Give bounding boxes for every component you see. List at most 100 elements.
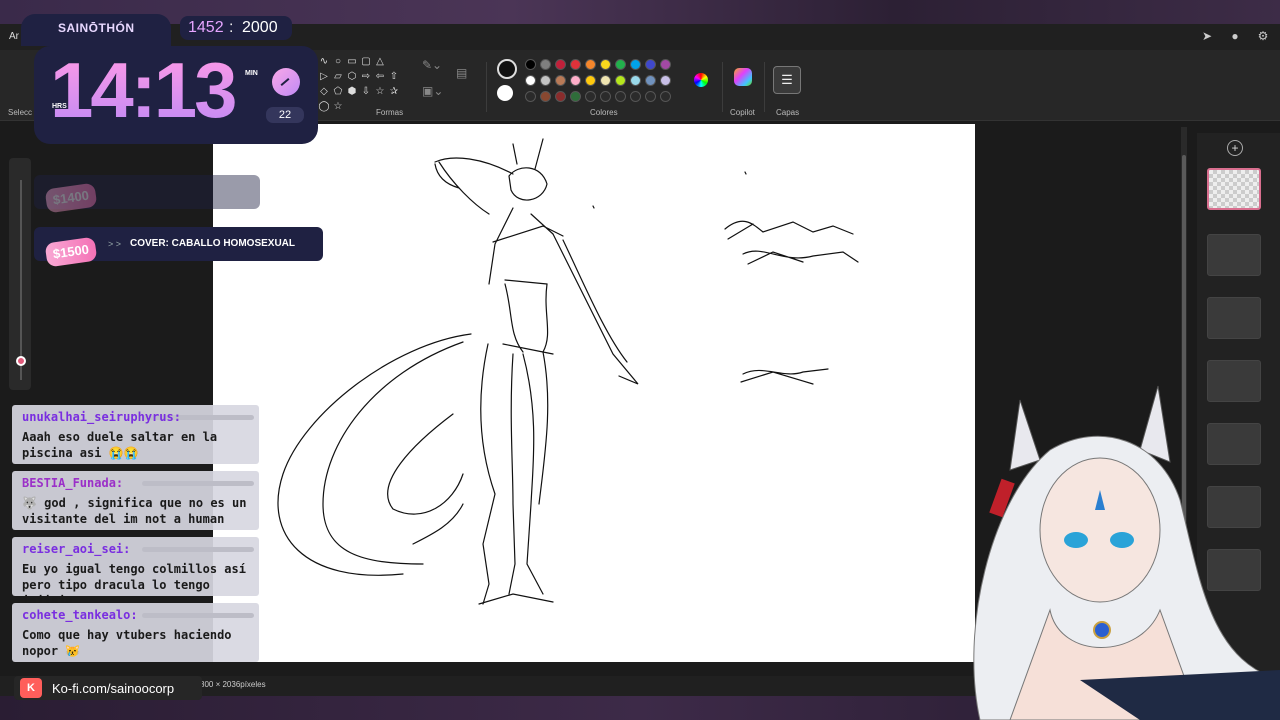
shape-option-icon[interactable]: ▱ [332,71,344,83]
shape-option-icon[interactable]: ◇ [318,86,330,98]
clock-time: 14:13 [50,46,237,134]
layer-thumbnail-active[interactable] [1207,168,1261,210]
color-swatch[interactable] [600,75,611,86]
color-swatch[interactable] [540,75,551,86]
shape-option-icon[interactable]: ⇩ [360,86,372,98]
shape-option-icon[interactable]: ⬢ [346,86,358,98]
vtuber-avatar [973,385,1280,720]
app-name: Ar [9,31,19,42]
color-swatch[interactable] [570,59,581,70]
shape-option-icon[interactable]: ⬡ [346,71,358,83]
shape-option-icon[interactable]: ✰ [388,86,400,98]
shape-option-icon[interactable]: ⇦ [374,71,386,83]
shape-option-icon[interactable]: △ [374,56,386,68]
seconds-badge: 22 [266,107,304,123]
chat-message: reiser_aoi_sei: Eu yo igual tengo colmil… [12,537,259,608]
ribbon-separator [764,62,765,112]
color-palette-row-2 [525,75,671,86]
color-swatch[interactable] [540,91,551,102]
shape-option-icon[interactable]: ☆ [332,101,344,113]
edit-colors-icon[interactable] [694,73,708,87]
add-layer-icon[interactable]: + [1227,140,1243,156]
share-icon[interactable]: ➤ [1200,29,1214,43]
chat-username: cohete_tankealo: [22,608,138,622]
donation-arrows: > > [108,239,122,249]
shape-option-icon[interactable] [388,56,400,68]
color-swatch[interactable] [555,59,566,70]
account-icon[interactable]: ● [1228,29,1242,43]
title-icons: ➤ ● ⚙ [1200,29,1270,43]
color-swatch[interactable] [645,75,656,86]
color-palette-row-3 [525,91,671,102]
color-swatch[interactable] [570,75,581,86]
chat-text: Como que hay vtubers haciendo nopor 😿 [22,628,232,658]
ribbon-label-select: Selecc [8,108,33,117]
primary-color-swatch[interactable] [497,59,517,79]
outline-dropdown-icon[interactable]: ✎⌄ [422,58,442,72]
shapes-gallery: ∿ ○ ▭ ▢ △ ▷ ▱ ⬡ ⇨ ⇦ ⇧ ◇ ⬠ ⬢ ⇩ ☆ ✰ ◯ ☆ [318,56,408,113]
brush-size-slider[interactable] [20,180,22,380]
color-swatch[interactable] [525,75,536,86]
color-swatch[interactable] [645,59,656,70]
color-swatch[interactable] [585,91,596,102]
kofi-cup-icon: K [20,678,42,698]
shape-option-icon[interactable]: ▷ [318,71,330,83]
chat-username: BESTIA_Funada: [22,476,124,490]
chat-username: unukalhai_seiruphyrus: [22,410,181,424]
shape-option-icon[interactable]: ○ [332,56,344,68]
fill-dropdown-icon[interactable]: ▣⌄ [422,84,443,98]
color-swatch[interactable] [540,59,551,70]
canvas-size-label: 800 × 2036píxeles [200,680,266,689]
settings-gear-icon[interactable]: ⚙ [1256,29,1270,43]
shape-option-icon[interactable]: ◯ [318,101,330,113]
secondary-color-swatch[interactable] [497,85,513,101]
color-swatch[interactable] [660,75,671,86]
layers-button[interactable]: ☰ [773,66,801,94]
shape-option-icon[interactable]: ▭ [346,56,358,68]
color-swatch[interactable] [585,59,596,70]
color-swatch[interactable] [555,75,566,86]
color-swatch[interactable] [615,91,626,102]
color-swatch[interactable] [660,59,671,70]
chat-message: unukalhai_seiruphyrus: Aaah eso duele sa… [12,405,259,464]
chat-text: 🐺 god , significa que no es un visitante… [22,496,247,526]
shape-option-icon[interactable]: ∿ [318,56,330,68]
color-swatch[interactable] [570,91,581,102]
shape-option-icon[interactable]: ⬠ [332,86,344,98]
chat-message: BESTIA_Funada: 🐺 god , significa que no … [12,471,259,530]
color-swatch[interactable] [630,91,641,102]
ribbon-separator [722,62,723,112]
color-swatch[interactable] [525,59,536,70]
goal-separator: : [229,19,234,36]
color-palette-row-1 [525,59,671,70]
shape-option-icon[interactable]: ⇧ [388,71,400,83]
color-swatch[interactable] [630,59,641,70]
color-swatch[interactable] [615,59,626,70]
color-swatch[interactable] [615,75,626,86]
layer-thumbnail[interactable] [1207,234,1261,276]
brush-size-slider-thumb[interactable] [16,356,26,366]
ribbon-label-copilot: Copilot [730,108,755,117]
color-swatch[interactable] [585,75,596,86]
shape-option-icon[interactable]: ▢ [360,56,372,68]
color-swatch[interactable] [660,91,671,102]
chat-divider [142,613,254,618]
color-swatch[interactable] [630,75,641,86]
copilot-icon[interactable] [734,68,752,86]
color-swatch[interactable] [555,91,566,102]
goal-target: 2000 [242,19,278,36]
color-swatch[interactable] [525,91,536,102]
shape-option-icon[interactable]: ⇨ [360,71,372,83]
chat-message: cohete_tankealo: Como que hay vtubers ha… [12,603,259,662]
sketch-drawing [277,138,859,605]
ribbon-label-colors: Colores [590,108,618,117]
shape-option-icon[interactable]: ☆ [374,86,386,98]
drawing-canvas[interactable] [213,124,975,662]
fill-icon[interactable]: ▤ [456,66,467,80]
chat-text: Eu yo igual tengo colmillos así pero tip… [22,562,246,608]
layer-thumbnail[interactable] [1207,297,1261,339]
color-swatch[interactable] [600,91,611,102]
hours-label: HRS [52,103,67,110]
color-swatch[interactable] [600,59,611,70]
color-swatch[interactable] [645,91,656,102]
